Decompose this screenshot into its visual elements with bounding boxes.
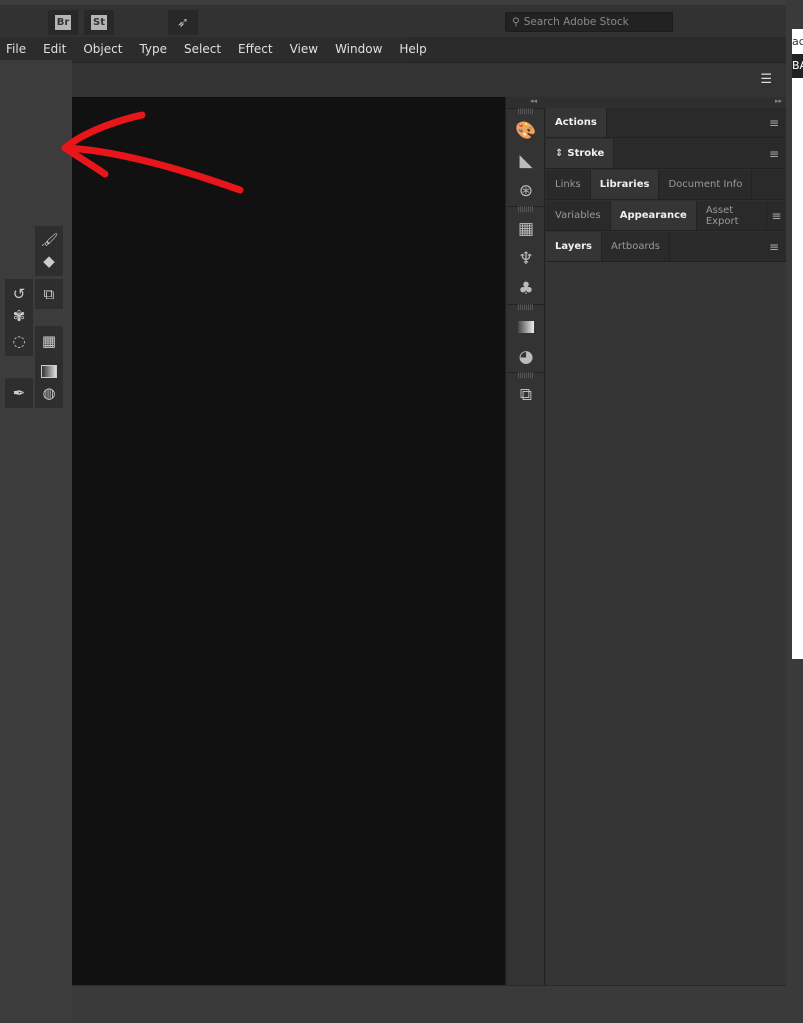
red-arrow-annotation xyxy=(61,111,244,194)
arrow-stroke xyxy=(61,111,244,194)
